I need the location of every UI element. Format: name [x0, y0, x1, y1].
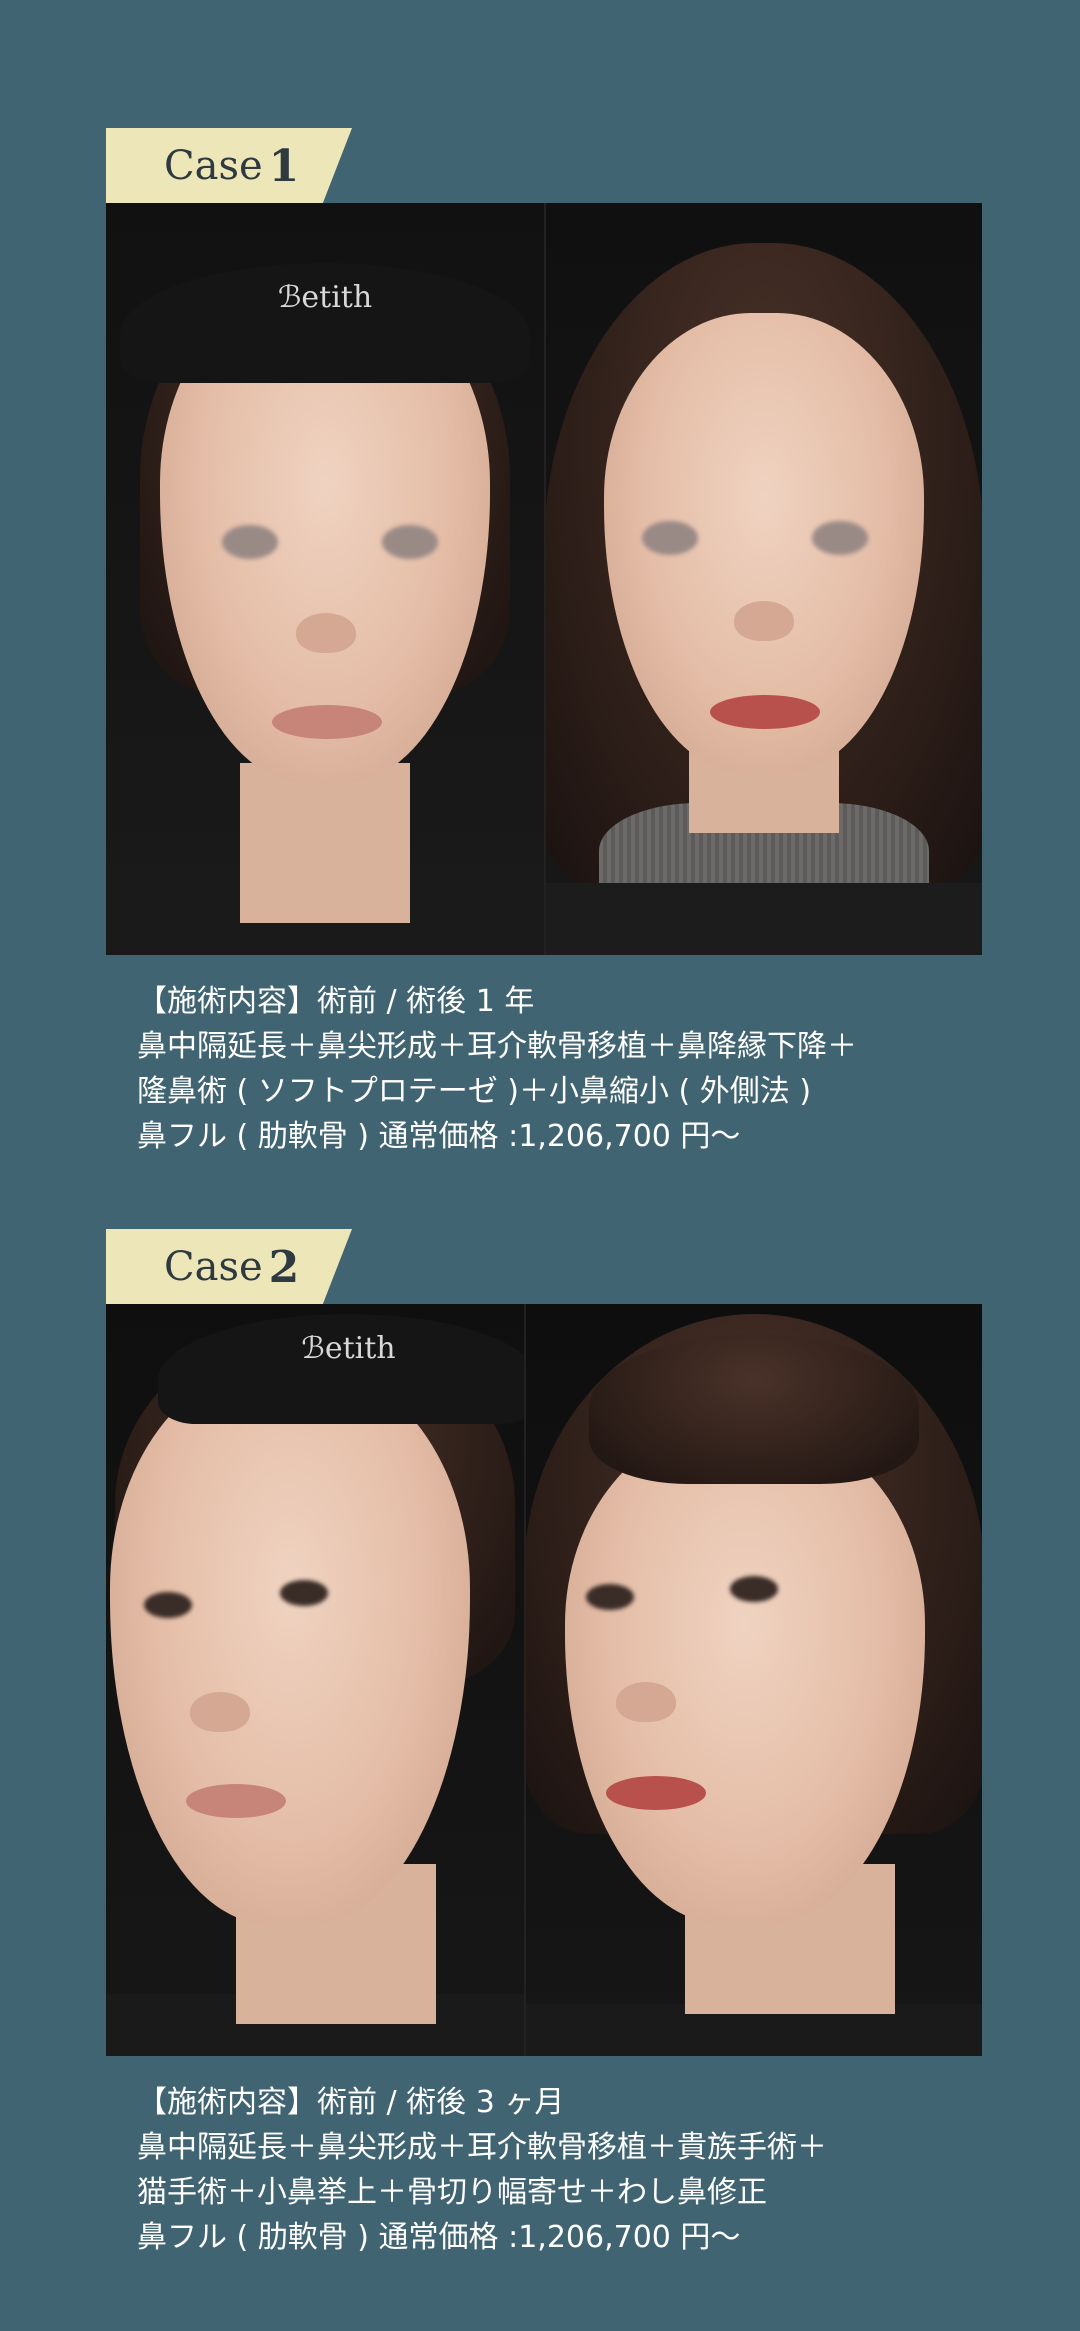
- case-2-label-word: Case: [164, 1244, 263, 1290]
- case-2-photo: ℬetith: [106, 1304, 982, 2056]
- headband-logo: ℬetith: [120, 263, 530, 383]
- case-1-label: Case 1: [106, 128, 352, 204]
- case-1-label-word: Case: [164, 143, 263, 189]
- case-2-label: Case 2: [106, 1229, 352, 1305]
- case-1-after-photo: [546, 203, 982, 955]
- case-2-caption-line-1: 【施術内容】術前 / 術後 3 ヶ月: [137, 2085, 565, 2120]
- case-2-label-number: 2: [268, 1241, 300, 1293]
- case-2-before-photo: ℬetith: [106, 1304, 524, 2056]
- case-1-caption-line-4: 鼻フル ( 肋軟骨 ) 通常価格 :1,206,700 円〜: [137, 1119, 741, 1154]
- case-1-caption-line-2: 鼻中隔延長＋鼻尖形成＋耳介軟骨移植＋鼻降縁下降＋: [137, 1029, 857, 1064]
- headband-logo-2: ℬetith: [158, 1314, 524, 1424]
- case-1-before-photo: ℬetith: [106, 203, 544, 955]
- case-1-label-number: 1: [268, 140, 300, 192]
- case-1-caption-line-3: 隆鼻術 ( ソフトプロテーゼ )＋小鼻縮小 ( 外側法 ): [137, 1074, 812, 1109]
- case-1-caption-line-1: 【施術内容】術前 / 術後 1 年: [137, 984, 535, 1019]
- case-2-caption-line-2: 鼻中隔延長＋鼻尖形成＋耳介軟骨移植＋貴族手術＋: [137, 2130, 827, 2165]
- case-2-after-photo: [526, 1304, 982, 2056]
- case-1-photo: ℬetith: [106, 203, 982, 955]
- case-2-caption: 【施術内容】術前 / 術後 3 ヶ月 鼻中隔延長＋鼻尖形成＋耳介軟骨移植＋貴族手…: [137, 2080, 997, 2260]
- case-2-caption-line-3: 猫手術＋小鼻挙上＋骨切り幅寄せ＋わし鼻修正: [137, 2175, 767, 2210]
- case-2-caption-line-4: 鼻フル ( 肋軟骨 ) 通常価格 :1,206,700 円〜: [137, 2220, 741, 2255]
- case-1-caption: 【施術内容】術前 / 術後 1 年 鼻中隔延長＋鼻尖形成＋耳介軟骨移植＋鼻降縁下…: [137, 979, 997, 1159]
